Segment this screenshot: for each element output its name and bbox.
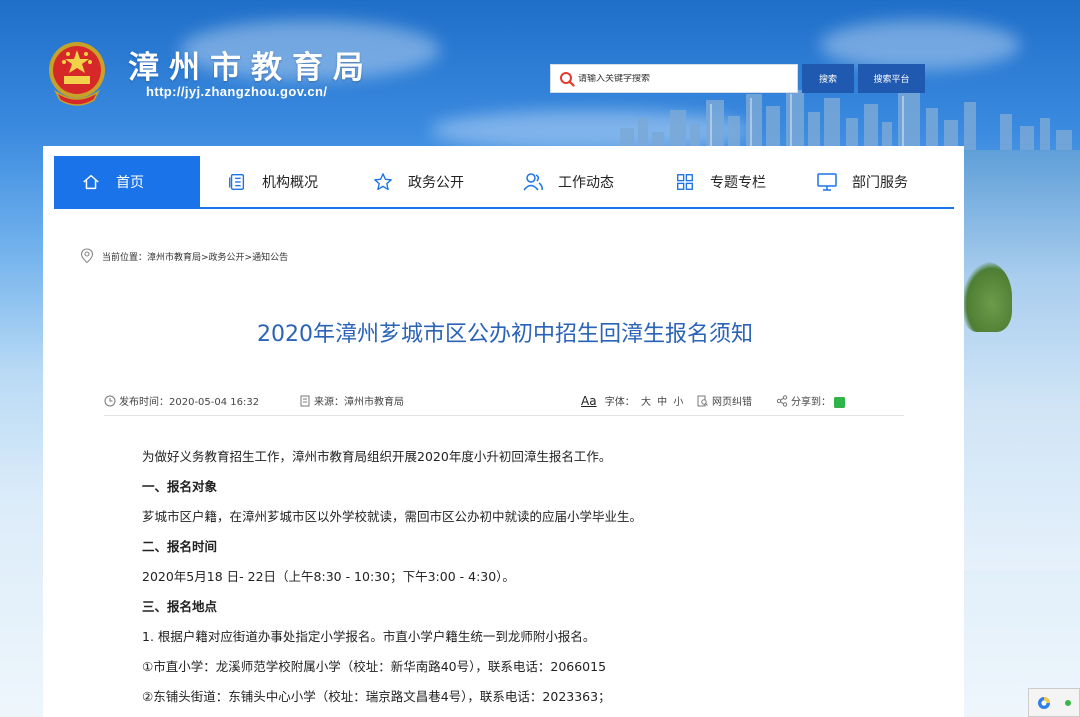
clock-icon [104,395,116,407]
share-bar: 分享到： [776,393,845,408]
search-button[interactable]: 搜索 [802,64,854,93]
section-heading: 二、报名时间 [142,539,218,554]
breadcrumb-path[interactable]: 漳州市教育局>政务公开>通知公告 [147,250,288,263]
browser-logo-icon [1038,696,1050,709]
section-heading: 三、报名地点 [142,599,218,614]
cloud-decoration [820,20,1020,70]
document-list-icon [226,171,248,193]
nav-item-special-topics[interactable]: 专题专栏 [650,156,796,207]
correction-text: 网页纠错 [712,397,752,408]
national-emblem-logo [49,42,105,106]
publish-time: 发布时间：2020-05-04 16:32 [104,393,259,408]
star-icon [372,171,394,193]
font-size-controls: Aa 字体： 大 中 小 [581,393,683,408]
monitor-icon [816,171,838,193]
breadcrumb: 当前位置： 漳州市教育局>政务公开>通知公告 [80,248,288,264]
article-paragraph: 1. 根据户籍对应街道办事处指定小学报名。市直小学户籍生统一到龙师附小报名。 [142,629,596,644]
status-dot-icon [1065,699,1071,706]
page-search-icon [697,395,708,407]
article-paragraph: ②东铺头街道：东铺头中心小学（校址：瑞京路文昌巷4号），联系电话：2023363… [142,689,611,704]
article-paragraph: 2020年5月18 日- 22日（上午8:30 - 10:30；下午3:00 -… [142,569,515,584]
river-scenery [960,150,1080,570]
nav-label: 部门服务 [852,174,908,191]
search-box[interactable] [550,64,798,93]
nav-item-department-services[interactable]: 部门服务 [796,156,954,207]
search-platform-button[interactable]: 搜索平台 [858,64,925,93]
article-paragraph: 芗城市区户籍，在漳州芗城市区以外学校就读，需回市区公办初中就读的应届小学毕业生。 [142,509,643,524]
article-body: 为做好义务教育招生工作，漳州市教育局组织开展2020年度小升初回漳生报名工作。 … [142,446,922,716]
nav-item-organization[interactable]: 机构概况 [200,156,350,207]
article-paragraph: 为做好义务教育招生工作，漳州市教育局组织开展2020年度小升初回漳生报名工作。 [142,449,612,464]
source-text: 来源：漳州市教育局 [314,397,404,408]
section-heading: 一、报名对象 [142,479,218,494]
share-label: 分享到： [791,397,831,408]
site-url: http://jyj.zhangzhou.gov.cn/ [146,84,328,99]
nav-label: 专题专栏 [710,174,766,191]
article-title: 2020年漳州芗城市区公办初中招生回漳生报名须知 [257,322,753,347]
home-icon [80,171,102,193]
correction-link[interactable]: 网页纠错 [697,393,752,408]
nav-item-home[interactable]: 首页 [54,156,200,207]
people-icon [522,171,544,193]
search-icon [560,71,575,87]
article-paragraph: ①市直小学：龙溪师范学校附属小学（校址：新华南路40号），联系电话：206601… [142,659,607,674]
font-small-option[interactable]: 小 [673,397,683,408]
site-title: 漳州市教育局 [128,50,374,86]
publish-time-text: 发布时间：2020-05-04 16:32 [119,397,260,408]
font-medium-option[interactable]: 中 [657,397,667,408]
nav-label: 工作动态 [558,174,614,191]
main-nav: 首页 机构概况 政务公开 工作动态 专题专栏 部门服务 [54,156,954,209]
share-icon [776,395,788,407]
search-input[interactable] [578,73,788,84]
nav-label: 机构概况 [262,174,318,191]
grid-icon [674,171,696,193]
article-meta-bar: 发布时间：2020-05-04 16:32 来源：漳州市教育局 Aa 字体： 大… [104,389,904,416]
nav-item-government-affairs[interactable]: 政务公开 [350,156,498,207]
document-icon [300,395,310,407]
nav-label: 首页 [116,174,144,191]
floating-toolbar[interactable] [1028,688,1080,717]
nav-label: 政务公开 [408,174,464,191]
font-label: 字体： [604,397,635,408]
font-size-icon: Aa [581,394,597,408]
nav-item-work-news[interactable]: 工作动态 [498,156,650,207]
font-large-option[interactable]: 大 [641,397,651,408]
location-pin-icon [80,248,94,264]
breadcrumb-prefix: 当前位置： [102,252,148,263]
wechat-share-icon[interactable] [834,397,845,408]
article-source: 来源：漳州市教育局 [300,393,404,408]
